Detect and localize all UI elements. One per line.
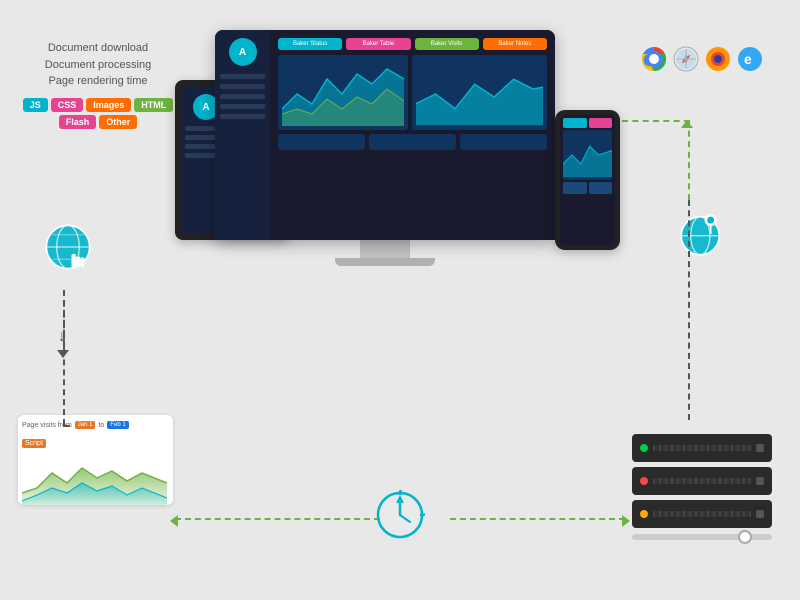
slider-bar bbox=[632, 534, 772, 540]
monitor-avatar: A bbox=[229, 38, 257, 66]
safari-icon bbox=[673, 46, 699, 72]
chip-js: JS bbox=[23, 98, 48, 112]
analyse-chips: JS CSS Images HTML Flash Other bbox=[18, 98, 178, 129]
chip-css: CSS bbox=[51, 98, 84, 112]
geography-box bbox=[622, 200, 782, 265]
phone-device bbox=[555, 110, 625, 250]
analyse-box: Document downloadDocument processingPage… bbox=[18, 38, 178, 129]
phone-cards bbox=[563, 118, 612, 128]
chip-html: HTML bbox=[134, 98, 173, 112]
monitor-right-chart-svg bbox=[416, 59, 543, 126]
rack-slot-2 bbox=[756, 477, 764, 485]
visibility-box: e bbox=[622, 38, 782, 72]
monitor-nav-2 bbox=[220, 84, 265, 89]
dashed-line-left-long bbox=[63, 290, 65, 425]
dashed-line-right-vertical-top bbox=[688, 120, 690, 200]
rack-lines-2 bbox=[653, 478, 751, 484]
phone-chart bbox=[563, 130, 612, 180]
monitor-card-2: Baker Table bbox=[346, 38, 410, 50]
monitor-charts-row bbox=[278, 55, 547, 130]
network-time-box: Page visits from Jan 1 to Feb 1 Script bbox=[18, 409, 178, 505]
phone-bottom-1 bbox=[563, 182, 587, 194]
arrow-right-backend bbox=[622, 515, 630, 527]
monitor-bottom-card-3 bbox=[460, 134, 547, 150]
dashed-line-bottom-right bbox=[450, 518, 625, 520]
back-end-time-box bbox=[622, 424, 782, 540]
phone-bottom-cards bbox=[563, 182, 612, 194]
monitor-sidebar: A bbox=[215, 30, 270, 240]
led-orange bbox=[640, 510, 648, 518]
browser-icons: e bbox=[622, 46, 782, 72]
phone-card-2 bbox=[589, 118, 613, 128]
network-chart: Page visits from Jan 1 to Feb 1 Script bbox=[18, 415, 173, 505]
ie-icon: e bbox=[737, 46, 763, 72]
dashed-line-left-horizontal bbox=[63, 425, 70, 427]
rack-lines-3 bbox=[653, 511, 751, 517]
monitor-topbar: Baker Status Baker Table Baker Visits Ba… bbox=[278, 38, 547, 50]
chip-images: Images bbox=[86, 98, 131, 112]
monitor-main: Baker Status Baker Table Baker Visits Ba… bbox=[270, 30, 555, 240]
analyse-subtext: Document downloadDocument processingPage… bbox=[18, 40, 178, 90]
monitor-base bbox=[335, 258, 435, 266]
phone-bottom-2 bbox=[589, 182, 613, 194]
phone-frame bbox=[555, 110, 620, 250]
web-request-box bbox=[18, 215, 118, 278]
dashed-line-right-long bbox=[688, 200, 690, 420]
monitor-card-4: Baker Notes bbox=[483, 38, 547, 50]
monitor-left-chart-area bbox=[278, 55, 408, 130]
monitor-nav-5 bbox=[220, 114, 265, 119]
monitor-nav-1 bbox=[220, 74, 265, 79]
globe-icon bbox=[42, 221, 94, 273]
clock-icon-wrap bbox=[375, 490, 425, 545]
monitor-right-chart-area bbox=[412, 55, 547, 130]
arrow-left-network bbox=[170, 515, 178, 527]
monitor-left-chart bbox=[278, 55, 408, 130]
monitor-dashboard: A Baker Status Baker Table Baker Visits … bbox=[215, 30, 555, 240]
monitor-right-chart bbox=[412, 55, 547, 130]
phone-chart-svg bbox=[563, 130, 612, 180]
dashed-line-bottom-left bbox=[175, 518, 380, 520]
rack-lines-1 bbox=[653, 445, 751, 451]
chrome-icon bbox=[641, 46, 667, 72]
geography-globe-icon bbox=[676, 208, 728, 260]
firefox-icon bbox=[705, 46, 731, 72]
monitor-nav-3 bbox=[220, 94, 265, 99]
phone-content bbox=[560, 115, 615, 197]
monitor-stand bbox=[360, 240, 410, 258]
phone-card-1 bbox=[563, 118, 587, 128]
monitor-bottom-row bbox=[278, 134, 547, 150]
rack-slot bbox=[756, 444, 764, 452]
server-rack-1 bbox=[632, 434, 772, 462]
monitor-bottom-card-1 bbox=[278, 134, 365, 150]
led-green bbox=[640, 444, 648, 452]
chip-other: Other bbox=[99, 115, 137, 129]
server-rack-3 bbox=[632, 500, 772, 528]
monitor-bottom-card-2 bbox=[369, 134, 456, 150]
rack-slot-3 bbox=[756, 510, 764, 518]
monitor-card-1: Baker Status bbox=[278, 38, 342, 50]
monitor-device: A Baker Status Baker Table Baker Visits … bbox=[200, 30, 570, 266]
monitor-card-3: Baker Visits bbox=[415, 38, 479, 50]
led-red bbox=[640, 477, 648, 485]
svg-text:e: e bbox=[744, 51, 752, 67]
network-chart-header: Page visits from Jan 1 to Feb 1 bbox=[22, 421, 169, 429]
clock-icon bbox=[375, 490, 425, 540]
monitor-left-chart-svg bbox=[282, 59, 404, 126]
slider-thumb bbox=[738, 530, 752, 544]
phone-screen bbox=[560, 115, 615, 245]
chip-flash: Flash bbox=[59, 115, 97, 129]
server-rack-2 bbox=[632, 467, 772, 495]
monitor-nav-4 bbox=[220, 104, 265, 109]
monitor-frame: A Baker Status Baker Table Baker Visits … bbox=[215, 30, 555, 240]
network-chart-svg bbox=[22, 453, 167, 505]
